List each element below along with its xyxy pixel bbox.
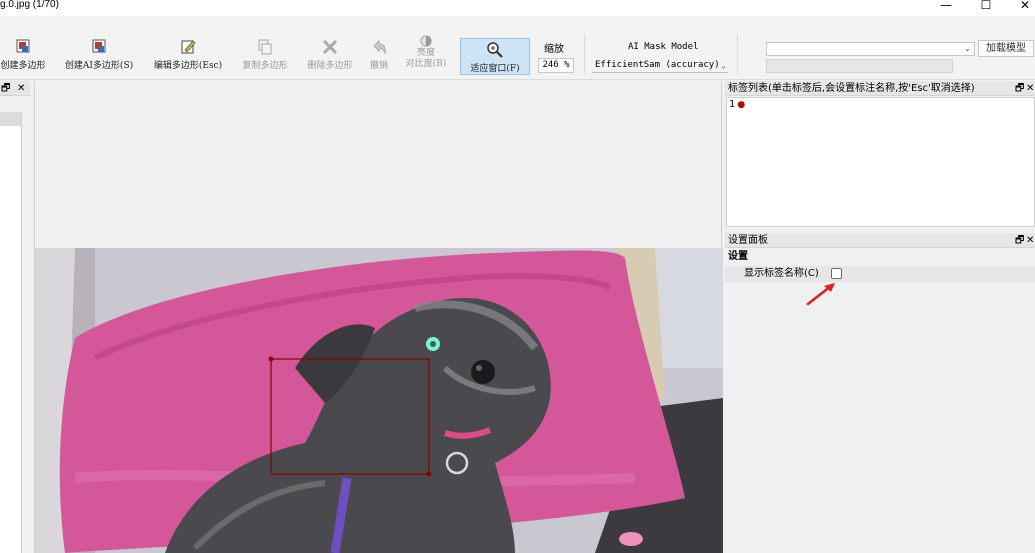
edit-polygon-label: 编辑多边形(Esc) [153,61,223,71]
edit-icon [181,40,196,54]
minimize-icon[interactable]: — [936,0,956,11]
settings-panel-title: 设置面板 [728,235,768,246]
model-path-combo[interactable]: ⌄ [766,42,975,56]
delete-polygon-label: 删除多边形 [307,61,353,71]
polygon-icon [16,39,30,53]
settings-section-title: 设置 [728,251,748,262]
app-window: g.0.jpg (1/70) — ☐ ✕ 创建多边形 创建AI多边形(S) 编辑… [0,0,1035,553]
show-label-name-row: 显示标签名称(C) [725,266,1035,282]
label-list-title: 标签列表(单击标签后,会设置标注名称,按'Esc'取消选择) [728,83,975,94]
ai-polygon-icon [92,39,106,53]
model-load-progress [766,59,953,73]
close-dock-icon[interactable]: ✕ [17,81,25,96]
annotation-vertex[interactable] [426,471,432,477]
ai-model-select[interactable]: EfficientSam (accuracy) ⌄ [592,59,728,73]
zoom-value-field[interactable]: 246 % [538,58,574,73]
copy-polygon-button[interactable]: 复制多边形 [238,38,292,78]
delete-icon [322,39,338,55]
dog-photo-drawing [35,248,723,553]
close-dock-icon[interactable]: ✕ [1026,233,1034,248]
ai-model-label: AI Mask Model [628,42,699,52]
settings-dock-header: 设置面板 🗗 ✕ [725,233,1035,248]
undo-button[interactable]: 撤销 [365,38,393,78]
chevron-down-icon: ⌄ [964,44,971,53]
zoom-label: 缩放 [544,44,564,55]
float-dock-icon[interactable]: 🗗 [1,81,10,96]
contrast-label: 对比度(B) [405,59,447,69]
delete-polygon-button[interactable]: 删除多边形 [303,38,357,78]
float-dock-icon[interactable]: 🗗 [1015,233,1024,248]
undo-icon [373,39,386,55]
image-canvas[interactable] [34,81,723,553]
brightness-label: 亮度 [416,48,435,58]
ai-model-value: EfficientSam (accuracy) [595,60,720,70]
fit-window-label: 适应窗口(F) [470,64,520,74]
show-label-name-label: 显示标签名称(C) [744,268,819,279]
file-list[interactable] [0,112,22,553]
brightness-icon [420,35,432,47]
title-bar: g.0.jpg (1/70) — ☐ ✕ [0,0,1035,16]
undo-label: 撤销 [369,61,388,71]
chevron-down-icon: ⌄ [721,61,726,70]
label-list-dock-header: 标签列表(单击标签后,会设置标注名称,按'Esc'取消选择) 🗗 ✕ [725,81,1035,96]
fit-window-button[interactable]: 适应窗口(F) [460,38,530,75]
close-icon[interactable]: ✕ [1015,0,1035,11]
create-polygon-button[interactable]: 创建多边形 [0,38,49,78]
annotation-vertex[interactable] [268,356,274,362]
settings-dock: 设置面板 🗗 ✕ 设置 显示标签名称(C) [725,233,1035,553]
load-model-button[interactable]: 加载模型 [978,40,1034,57]
file-list-dock-header: 🗗 ✕ [0,81,30,96]
label-list[interactable]: 1 ● [726,97,1035,227]
file-list-item-selected[interactable] [0,112,21,126]
show-label-name-checkbox[interactable] [831,268,842,279]
label-list-item[interactable]: 1 ● [727,98,1034,112]
create-polygon-label: 创建多边形 [0,61,46,71]
window-title: g.0.jpg (1/70) [0,0,59,10]
label-list-dock: 标签列表(单击标签后,会设置标注名称,按'Esc'取消选择) 🗗 ✕ 1 ● [725,81,1035,228]
create-ai-polygon-label: 创建AI多边形(S) [64,61,134,71]
close-dock-icon[interactable]: ✕ [1026,81,1034,96]
dog-photo[interactable] [35,248,723,553]
brightness-contrast-button[interactable]: 亮度 对比度(B) [400,34,452,74]
file-list-dock: 🗗 ✕ [0,81,30,553]
toolbar: 创建多边形 创建AI多边形(S) 编辑多边形(Esc) 复制多边形 删除多边形 … [0,16,1035,80]
label-color-dot: ● [737,100,746,110]
label-index: 1 [729,99,736,110]
toolbar-separator [584,34,585,74]
maximize-icon[interactable]: ☐ [976,0,996,11]
edit-polygon-button[interactable]: 编辑多边形(Esc) [149,38,227,78]
create-ai-polygon-button[interactable]: 创建AI多边形(S) [60,38,138,78]
toolbar-separator [737,34,738,74]
float-dock-icon[interactable]: 🗗 [1015,81,1024,96]
zoom-fit-icon [487,42,503,58]
pointer-arrow-icon [806,283,835,306]
copy-polygon-label: 复制多边形 [242,61,288,71]
copy-icon [258,39,272,55]
settings-content: 设置 显示标签名称(C) [725,249,1035,282]
